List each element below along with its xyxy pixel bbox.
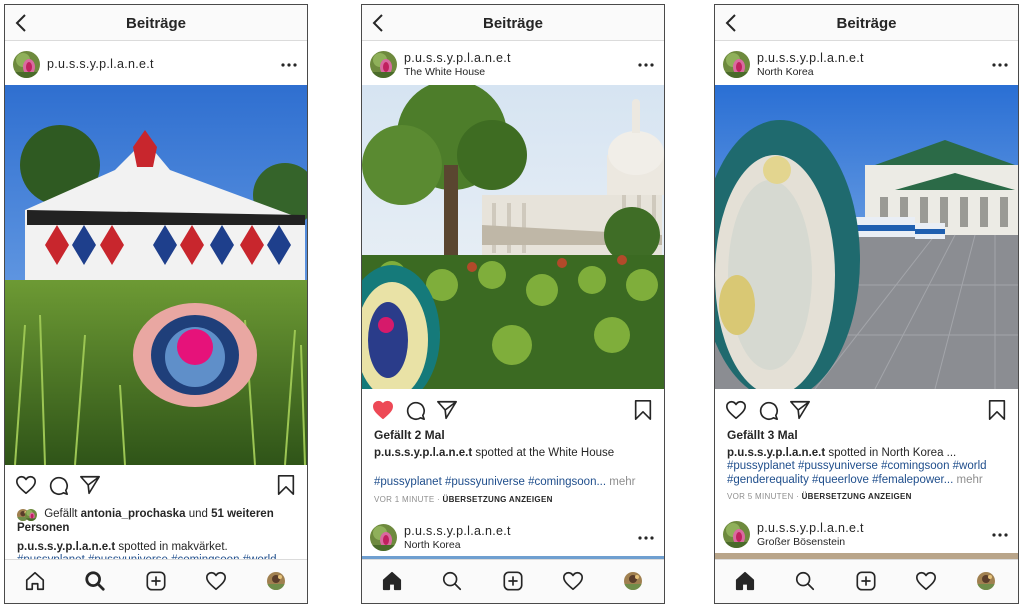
header: Beiträge	[715, 5, 1018, 41]
post-meta: VOR 5 MINUTEN · ÜBERSETZUNG ANZEIGEN	[727, 492, 912, 501]
caption-username[interactable]: p.u.s.s.y.p.l.a.n.e.t	[17, 541, 115, 553]
translate-link[interactable]: ÜBERSETZUNG ANZEIGEN	[802, 492, 912, 501]
phone-screen-3: Beiträge p.u.s.s.y.p.l.a.n.e.t North Kor…	[714, 4, 1019, 604]
action-bar	[5, 474, 307, 506]
post-username[interactable]: p.u.s.s.y.p.l.a.n.e.t	[47, 57, 154, 71]
more-icon[interactable]	[281, 63, 297, 67]
post-location[interactable]: North Korea	[404, 539, 461, 551]
home-icon[interactable]	[381, 570, 403, 592]
share-icon[interactable]	[789, 399, 811, 421]
caption: p.u.s.s.y.p.l.a.n.e.t spotted at the Whi…	[374, 447, 615, 459]
more-icon[interactable]	[992, 63, 1008, 67]
time-ago: VOR 5 MINUTEN	[727, 492, 794, 501]
avatar[interactable]	[723, 51, 750, 78]
caption: p.u.s.s.y.p.l.a.n.e.t spotted in North K…	[727, 447, 957, 459]
share-icon[interactable]	[436, 399, 458, 421]
profile-avatar[interactable]	[977, 572, 995, 590]
caption-username[interactable]: p.u.s.s.y.p.l.a.n.e.t	[374, 447, 472, 459]
bookmark-icon[interactable]	[632, 399, 654, 421]
more-icon[interactable]	[638, 536, 654, 540]
post-username[interactable]: p.u.s.s.y.p.l.a.n.e.t	[404, 51, 511, 65]
next-post-header: p.u.s.s.y.p.l.a.n.e.t Großer Bösenstein	[715, 514, 1018, 558]
header: Beiträge	[5, 5, 307, 41]
more-icon[interactable]	[638, 63, 654, 67]
header: Beiträge	[362, 5, 664, 41]
likes-count[interactable]: Gefällt 2 Mal	[374, 428, 445, 442]
activity-icon[interactable]	[205, 570, 227, 592]
heart-icon[interactable]	[372, 399, 394, 421]
avatar[interactable]	[723, 521, 750, 548]
add-icon[interactable]	[145, 570, 167, 592]
bottom-nav	[362, 559, 664, 603]
home-icon[interactable]	[734, 570, 756, 592]
hashtags[interactable]: #pussyplanet #pussyuniverse #comingsoon …	[727, 459, 1008, 487]
page-title: Beiträge	[836, 15, 897, 32]
comment-icon[interactable]	[404, 399, 426, 421]
liked-by-avatar	[25, 509, 37, 521]
search-icon[interactable]	[441, 570, 463, 592]
bookmark-icon[interactable]	[275, 474, 297, 496]
page-title: Beiträge	[125, 15, 187, 32]
avatar[interactable]	[370, 524, 397, 551]
liked-by-user[interactable]: antonia_prochaska	[81, 508, 186, 520]
more-link[interactable]: mehr	[609, 476, 635, 488]
phone-screen-2: Beiträge p.u.s.s.y.p.l.a.n.e.t The White…	[361, 4, 665, 604]
likes-count[interactable]: Gefällt 3 Mal	[727, 428, 798, 442]
caption: p.u.s.s.y.p.l.a.n.e.t spotted in makvärk…	[17, 541, 228, 553]
bottom-nav	[5, 559, 307, 603]
post-photo[interactable]	[5, 85, 308, 465]
post-location[interactable]: The White House	[404, 66, 485, 78]
post-photo[interactable]	[362, 85, 665, 389]
search-icon[interactable]	[794, 570, 816, 592]
avatar[interactable]	[13, 51, 40, 78]
bookmark-icon[interactable]	[986, 399, 1008, 421]
profile-avatar[interactable]	[267, 572, 285, 590]
action-bar	[715, 399, 1018, 431]
heart-icon[interactable]	[725, 399, 747, 421]
post-username[interactable]: p.u.s.s.y.p.l.a.n.e.t	[757, 51, 864, 65]
time-ago: VOR 1 MINUTE	[374, 495, 435, 504]
phone-screen-1: Beiträge p.u.s.s.y.p.l.a.n.e.t Gefällt a…	[4, 4, 308, 604]
more-link[interactable]: mehr	[957, 474, 983, 486]
add-icon[interactable]	[502, 570, 524, 592]
page-title: Beiträge	[482, 15, 544, 32]
comment-icon[interactable]	[47, 474, 69, 496]
post-header: p.u.s.s.y.p.l.a.n.e.t The White House	[362, 42, 664, 86]
next-post-header: p.u.s.s.y.p.l.a.n.e.t North Korea	[362, 517, 664, 561]
home-icon[interactable]	[24, 570, 46, 592]
profile-avatar[interactable]	[624, 572, 642, 590]
translate-link[interactable]: ÜBERSETZUNG ANZEIGEN	[443, 495, 553, 504]
search-icon[interactable]	[84, 570, 106, 592]
post-header: p.u.s.s.y.p.l.a.n.e.t	[5, 42, 307, 86]
bottom-nav	[715, 559, 1018, 603]
post-header: p.u.s.s.y.p.l.a.n.e.t North Korea	[715, 42, 1018, 86]
avatar[interactable]	[370, 51, 397, 78]
hashtags[interactable]: #pussyplanet #pussyuniverse #comingsoon.…	[374, 475, 654, 489]
more-icon[interactable]	[992, 533, 1008, 537]
liked-by: Gefällt antonia_prochaska und 51 weitere…	[17, 508, 274, 534]
post-location[interactable]: Großer Bösenstein	[757, 536, 845, 548]
post-location[interactable]: North Korea	[757, 66, 814, 78]
post-photo[interactable]	[715, 85, 1019, 389]
activity-icon[interactable]	[562, 570, 584, 592]
caption-username[interactable]: p.u.s.s.y.p.l.a.n.e.t	[727, 447, 825, 459]
post-username[interactable]: p.u.s.s.y.p.l.a.n.e.t	[757, 521, 864, 535]
liked-by-count[interactable]: 51 weiteren	[211, 508, 274, 520]
action-bar	[362, 399, 664, 431]
activity-icon[interactable]	[915, 570, 937, 592]
share-icon[interactable]	[79, 474, 101, 496]
post-username[interactable]: p.u.s.s.y.p.l.a.n.e.t	[404, 524, 511, 538]
add-icon[interactable]	[855, 570, 877, 592]
heart-icon[interactable]	[15, 474, 37, 496]
comment-icon[interactable]	[757, 399, 779, 421]
post-meta: VOR 1 MINUTE · ÜBERSETZUNG ANZEIGEN	[374, 495, 553, 504]
